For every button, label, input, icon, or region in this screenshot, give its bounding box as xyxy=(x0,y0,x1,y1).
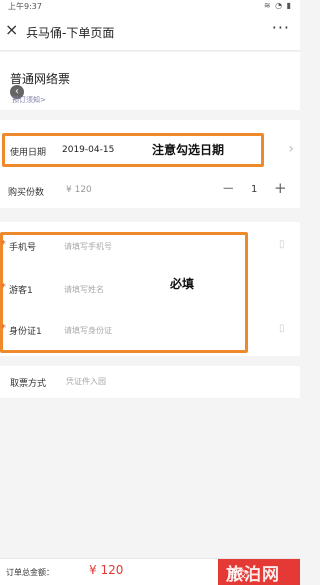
date-highlight-box xyxy=(2,133,264,167)
order-total-label: 订单总金额： xyxy=(6,568,54,577)
more-icon[interactable]: ··· xyxy=(272,18,290,37)
id-card-row: * 身份证1 ▯ xyxy=(0,318,300,344)
required-annotation: 必填 xyxy=(170,277,195,291)
ticket-card: 普通网络票 ‹ 预订须知> xyxy=(0,52,300,110)
pickup-method-row[interactable]: 取票方式 凭证件入园 xyxy=(0,366,300,398)
status-icons: ≋ ◔ ▮ xyxy=(263,1,292,10)
pickup-method-value: 凭证件入园 xyxy=(66,377,106,386)
id-card-label: 身份证1 xyxy=(9,327,42,337)
minus-button[interactable]: − xyxy=(222,179,235,197)
watermark: 旅泊网 xyxy=(226,565,280,585)
id-card-input[interactable] xyxy=(64,322,184,338)
required-mark: * xyxy=(1,282,6,293)
required-mark: * xyxy=(1,239,6,250)
booking-notice-link[interactable]: 预订须知> xyxy=(12,95,46,105)
visitor-name-label: 游客1 xyxy=(9,286,33,296)
phone-input[interactable] xyxy=(64,238,184,254)
phone-row: * 手机号 ▯ xyxy=(0,234,300,260)
booking-card: 使用日期 2019-04-15 注意勾选日期 › 购买份数 ¥ 120 − 1 … xyxy=(0,120,300,208)
plus-button[interactable]: + xyxy=(274,179,287,197)
status-time: 上午9:37 xyxy=(8,2,42,11)
nav-bar: × 兵马俑-下单页面 ··· xyxy=(0,13,300,51)
chevron-right-icon[interactable]: › xyxy=(288,141,294,157)
document-icon[interactable]: ▯ xyxy=(279,323,285,334)
pickup-method-label: 取票方式 xyxy=(10,379,47,389)
required-mark: * xyxy=(1,323,6,334)
phone-label: 手机号 xyxy=(9,243,37,253)
quantity-row: 购买份数 ¥ 120 − 1 + xyxy=(0,176,300,206)
close-icon[interactable]: × xyxy=(5,20,18,39)
order-total-value: ¥ 120 xyxy=(89,563,124,577)
quantity-value: 1 xyxy=(251,184,258,195)
page-title: 兵马俑-下单页面 xyxy=(26,26,115,40)
visitor-name-row: * 游客1 xyxy=(0,277,300,303)
unit-price: ¥ 120 xyxy=(66,185,92,195)
visitor-name-input[interactable] xyxy=(64,281,184,297)
status-bar: 上午9:37 ≋ ◔ ▮ xyxy=(0,0,300,13)
quantity-label: 购买份数 xyxy=(8,188,45,198)
contact-book-icon[interactable]: ▯ xyxy=(279,239,285,250)
visitor-info-card: * 手机号 ▯ * 游客1 必填 * 身份证1 ▯ xyxy=(0,222,300,356)
